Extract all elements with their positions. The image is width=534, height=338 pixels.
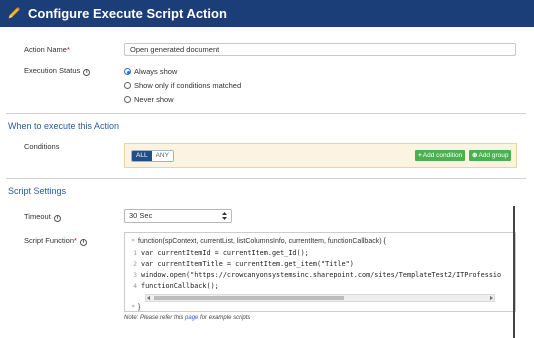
script-function-label: Script Function* i <box>24 236 87 246</box>
info-icon[interactable]: i <box>79 239 87 246</box>
action-name-input[interactable]: Open generated document <box>124 43 516 56</box>
radio-unselected-icon <box>124 82 131 89</box>
add-condition-button[interactable]: +Add condition <box>415 150 466 161</box>
timeout-label-text: Timeout <box>24 212 51 221</box>
all-any-toggle: ALL ANY <box>131 150 174 162</box>
code-text: window.open("https://crowcanyonsystemsin… <box>141 271 502 279</box>
line-number: 2 <box>133 260 137 268</box>
fold-marker: * <box>131 237 135 245</box>
radio-label: Never show <box>134 95 174 104</box>
radio-unselected-icon <box>124 96 131 103</box>
dialog-title: Configure Execute Script Action <box>28 6 227 21</box>
function-signature: function(spContext, currentList, listCol… <box>138 238 386 245</box>
timeout-value: 30 Sec <box>129 211 153 220</box>
example-scripts-note: Note: Please refer this page for example… <box>124 315 250 321</box>
radio-label: Show only if conditions matched <box>134 81 242 90</box>
radio-show-if-conditions[interactable]: Show only if conditions matched <box>124 81 241 90</box>
divider <box>6 178 526 179</box>
horizontal-scrollbar[interactable] <box>145 294 495 302</box>
code-line: 3 window.open("https://crowcanyonsystemsi… <box>125 270 515 280</box>
section-title-script-settings: Script Settings <box>8 186 67 196</box>
radio-label: Always show <box>134 67 178 76</box>
radio-never-show[interactable]: Never show <box>124 95 174 104</box>
fold-marker: * <box>131 303 135 311</box>
line-number: 3 <box>133 271 137 279</box>
required-marker: * <box>66 45 70 54</box>
required-marker: * <box>74 236 77 245</box>
scroll-right-arrow-icon[interactable] <box>490 296 493 300</box>
code-text: var currentItemId = currentItem.get_Id()… <box>141 249 309 257</box>
execution-status-label: Execution Status i <box>24 66 91 76</box>
add-group-button[interactable]: ⊕Add group <box>469 150 512 161</box>
info-icon[interactable]: i <box>83 69 91 76</box>
line-number: 1 <box>133 249 137 257</box>
timeout-label: Timeout i <box>24 212 61 222</box>
timeout-select[interactable]: 30 Sec <box>124 209 232 223</box>
execution-status-label-text: Execution Status <box>24 66 81 75</box>
code-text: var currentItemTitle = currentItem.get_i… <box>141 260 354 268</box>
plus-icon: + <box>418 152 422 159</box>
add-group-label: Add group <box>478 152 509 159</box>
divider <box>6 113 526 114</box>
scrollbar-thumb[interactable] <box>154 296 344 300</box>
code-text: functionCallback(); <box>141 282 219 290</box>
info-icon[interactable]: i <box>53 215 61 222</box>
code-line: 2 var currentItemTitle = currentItem.get_… <box>125 259 354 269</box>
scroll-left-arrow-icon[interactable] <box>147 296 150 300</box>
add-condition-label: Add condition <box>422 152 463 159</box>
action-name-label: Action Name* <box>24 45 70 54</box>
code-signature-line: * function(spContext, currentList, listCo… <box>129 236 386 246</box>
conditions-label: Conditions <box>24 142 60 151</box>
note-prefix: Note: Please refer this <box>124 315 186 321</box>
radio-always-show[interactable]: Always show <box>124 67 177 76</box>
select-arrows-icon <box>222 212 227 220</box>
conditions-builder: ALL ANY +Add condition ⊕Add group <box>124 143 517 168</box>
plus-circle-icon: ⊕ <box>472 152 478 159</box>
note-suffix: for example scripts <box>198 315 251 321</box>
closing-brace: } <box>138 304 141 311</box>
pencil-icon <box>8 7 20 19</box>
example-scripts-link[interactable]: page <box>185 315 198 321</box>
code-line: 1 var currentItemId = currentItem.get_Id(… <box>125 248 309 258</box>
section-title-when: When to execute this Action <box>8 121 120 131</box>
vertical-scrollbar[interactable] <box>513 206 515 338</box>
toggle-all-button[interactable]: ALL <box>132 151 152 161</box>
radio-selected-icon <box>124 68 131 75</box>
line-number: 4 <box>133 282 137 290</box>
code-line: 4 functionCallback(); <box>125 281 219 291</box>
script-code-editor[interactable]: * function(spContext, currentList, listCo… <box>124 232 516 312</box>
script-function-label-text: Script Function <box>24 236 75 245</box>
code-closing-line: *} <box>129 302 140 312</box>
toggle-any-button[interactable]: ANY <box>151 151 173 161</box>
dialog-title-bar: Configure Execute Script Action <box>0 0 534 27</box>
action-name-label-text: Action Name <box>24 45 67 54</box>
